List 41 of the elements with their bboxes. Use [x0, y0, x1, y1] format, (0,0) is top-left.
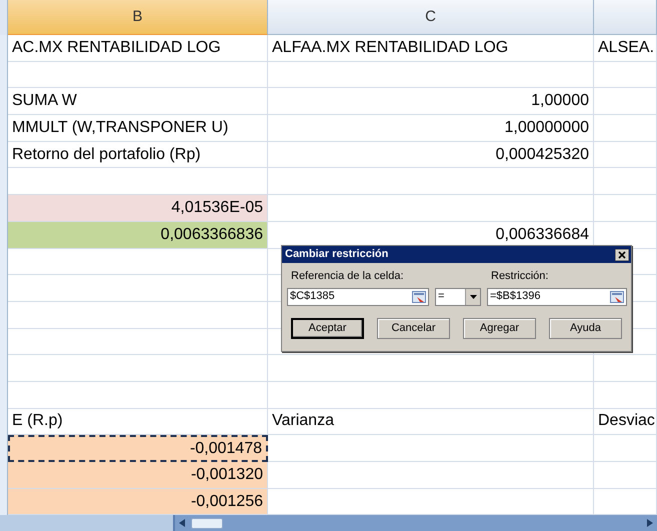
column-header[interactable]: C: [268, 0, 594, 35]
table-cell: Desviac: [594, 408, 657, 436]
scrollbar-thumb[interactable]: [191, 518, 223, 529]
range-select-icon[interactable]: [610, 290, 624, 302]
dialog-button[interactable]: Cancelar: [377, 318, 450, 338]
select-all-corner[interactable]: [0, 0, 8, 35]
table-cell: E (R.p): [8, 408, 268, 436]
table-cell: 0,000425320: [268, 142, 594, 168]
close-icon[interactable]: [615, 248, 629, 260]
table-cell: Varianza: [268, 408, 594, 436]
column-header[interactable]: B: [8, 0, 268, 35]
table-cell: -0,001478: [8, 435, 268, 462]
dialog-button[interactable]: Aceptar: [291, 318, 364, 338]
row-header[interactable]: [0, 488, 8, 516]
table-cell: MMULT (W,TRANSPONER U): [8, 115, 268, 142]
field-label: Restricción:: [490, 269, 550, 284]
scroll-right-icon[interactable]: [647, 519, 653, 528]
dialog-button[interactable]: Ayuda: [549, 318, 622, 338]
cell-reference-field[interactable]: $C$1385: [287, 288, 429, 306]
dropdown-arrow-icon[interactable]: [470, 294, 476, 298]
table-cell: -0,001320: [8, 462, 268, 489]
dialog-button[interactable]: Agregar: [463, 318, 536, 338]
table-cell: Retorno del portafolio (Rp): [8, 142, 268, 168]
range-select-icon[interactable]: [412, 290, 426, 302]
horizontal-scrollbar[interactable]: [175, 515, 657, 531]
table-cell: ALSEA.: [594, 35, 657, 62]
row-header[interactable]: [0, 35, 8, 62]
dialog-title: Cambiar restricción: [285, 247, 388, 262]
table-cell: 4,01536E-05: [8, 195, 268, 222]
table-cell: 0,0063366836: [8, 222, 268, 248]
table-cell: 1,00000: [268, 88, 594, 116]
table-cell: -0,001256: [8, 488, 268, 516]
table-cell: AC.MX RENTABILIDAD LOG: [8, 35, 268, 62]
field-label: Referencia de la celda:: [290, 269, 405, 284]
table-cell: 1,00000000: [268, 115, 594, 142]
scroll-left-icon[interactable]: [179, 519, 185, 528]
table-cell: ALFAA.MX RENTABILIDAD LOG: [268, 35, 594, 62]
restriction-field[interactable]: =$B$1396: [487, 288, 627, 306]
column-header[interactable]: [594, 0, 657, 35]
operator-dropdown[interactable]: =: [435, 288, 481, 306]
table-cell: SUMA W: [8, 88, 268, 116]
